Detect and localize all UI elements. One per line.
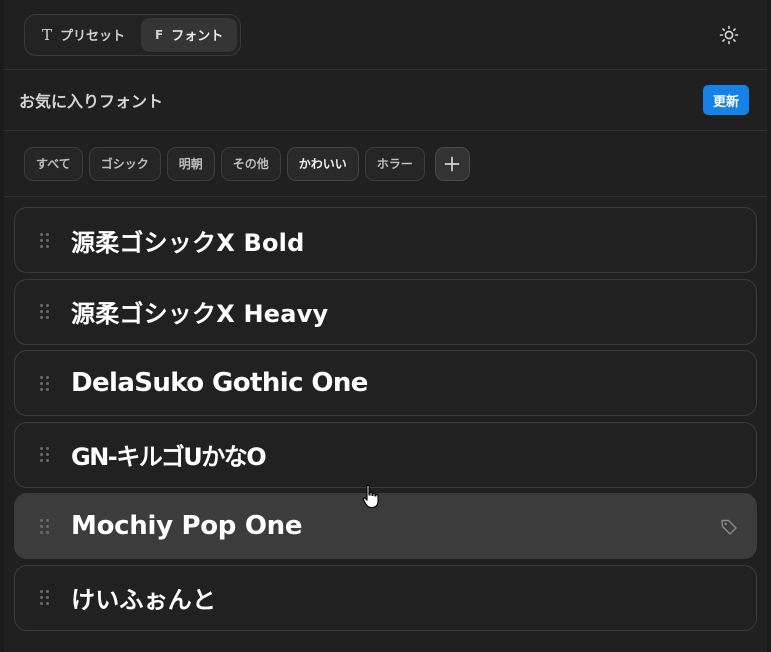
filter-chip-other[interactable]: その他 (220, 146, 281, 181)
font-row[interactable]: GN-キルゴUかなO (14, 421, 757, 488)
font-row[interactable]: けいふぉんと (14, 564, 757, 631)
section-title: お気に入りフォント (19, 92, 164, 111)
font-name: Mochiy Pop One (71, 511, 303, 541)
mode-tabs: T プリセット F フォント (24, 13, 242, 56)
filter-chip-kawaii[interactable]: かわいい (286, 146, 359, 181)
drag-handle-icon[interactable] (15, 447, 71, 462)
font-row[interactable]: 源柔ゴシックX Heavy (14, 278, 757, 345)
font-row-hovered[interactable]: Mochiy Pop One (14, 493, 757, 559)
filter-chip-horror[interactable]: ホラー (364, 146, 425, 181)
sun-icon (719, 25, 739, 44)
category-filters: すべて ゴシック 明朝 その他 かわいい ホラー (4, 131, 767, 197)
filter-chip-gothic[interactable]: ゴシック (88, 146, 161, 181)
section-header: お気に入りフォント 更新 (4, 70, 767, 131)
tag-icon[interactable] (720, 518, 738, 536)
font-name: DelaSuko Gothic One (71, 368, 368, 398)
drag-handle-icon[interactable] (15, 590, 71, 605)
tab-presets-label: プリセット (60, 29, 126, 44)
plus-icon (444, 156, 460, 171)
update-button[interactable]: 更新 (702, 85, 749, 115)
font-list: 源柔ゴシックX Bold 源柔ゴシックX Heavy DelaSuko Goth… (4, 197, 767, 631)
pointer-hand-cursor (362, 484, 379, 509)
font-row[interactable]: 源柔ゴシックX Bold (14, 207, 757, 273)
filter-chip-all[interactable]: すべて (24, 146, 83, 181)
filter-chip-mincho[interactable]: 明朝 (166, 146, 215, 181)
font-favorites-panel: T プリセット F フォント お気に入りフォント 更新 すべて ゴシック 明朝 … (4, 0, 767, 652)
add-category-button[interactable] (434, 146, 470, 181)
font-row[interactable]: DelaSuko Gothic One (14, 350, 757, 416)
theme-toggle-button[interactable] (715, 21, 743, 49)
font-f-icon: F (155, 27, 164, 42)
tab-fonts-label: フォント (171, 29, 224, 44)
font-name: けいふぉんと (71, 586, 217, 614)
text-t-icon: T (42, 25, 53, 44)
drag-handle-icon[interactable] (15, 375, 71, 391)
font-name: 源柔ゴシックX Bold (71, 228, 305, 257)
top-bar: T プリセット F フォント (4, 0, 767, 70)
tab-fonts[interactable]: F フォント (141, 17, 238, 52)
font-name: 源柔ゴシックX Heavy (71, 300, 329, 328)
drag-handle-icon[interactable] (15, 232, 71, 248)
drag-handle-icon[interactable] (15, 518, 71, 534)
drag-handle-icon[interactable] (15, 304, 71, 319)
font-name: GN-キルゴUかなO (71, 443, 267, 471)
tab-presets[interactable]: T プリセット (28, 18, 139, 52)
